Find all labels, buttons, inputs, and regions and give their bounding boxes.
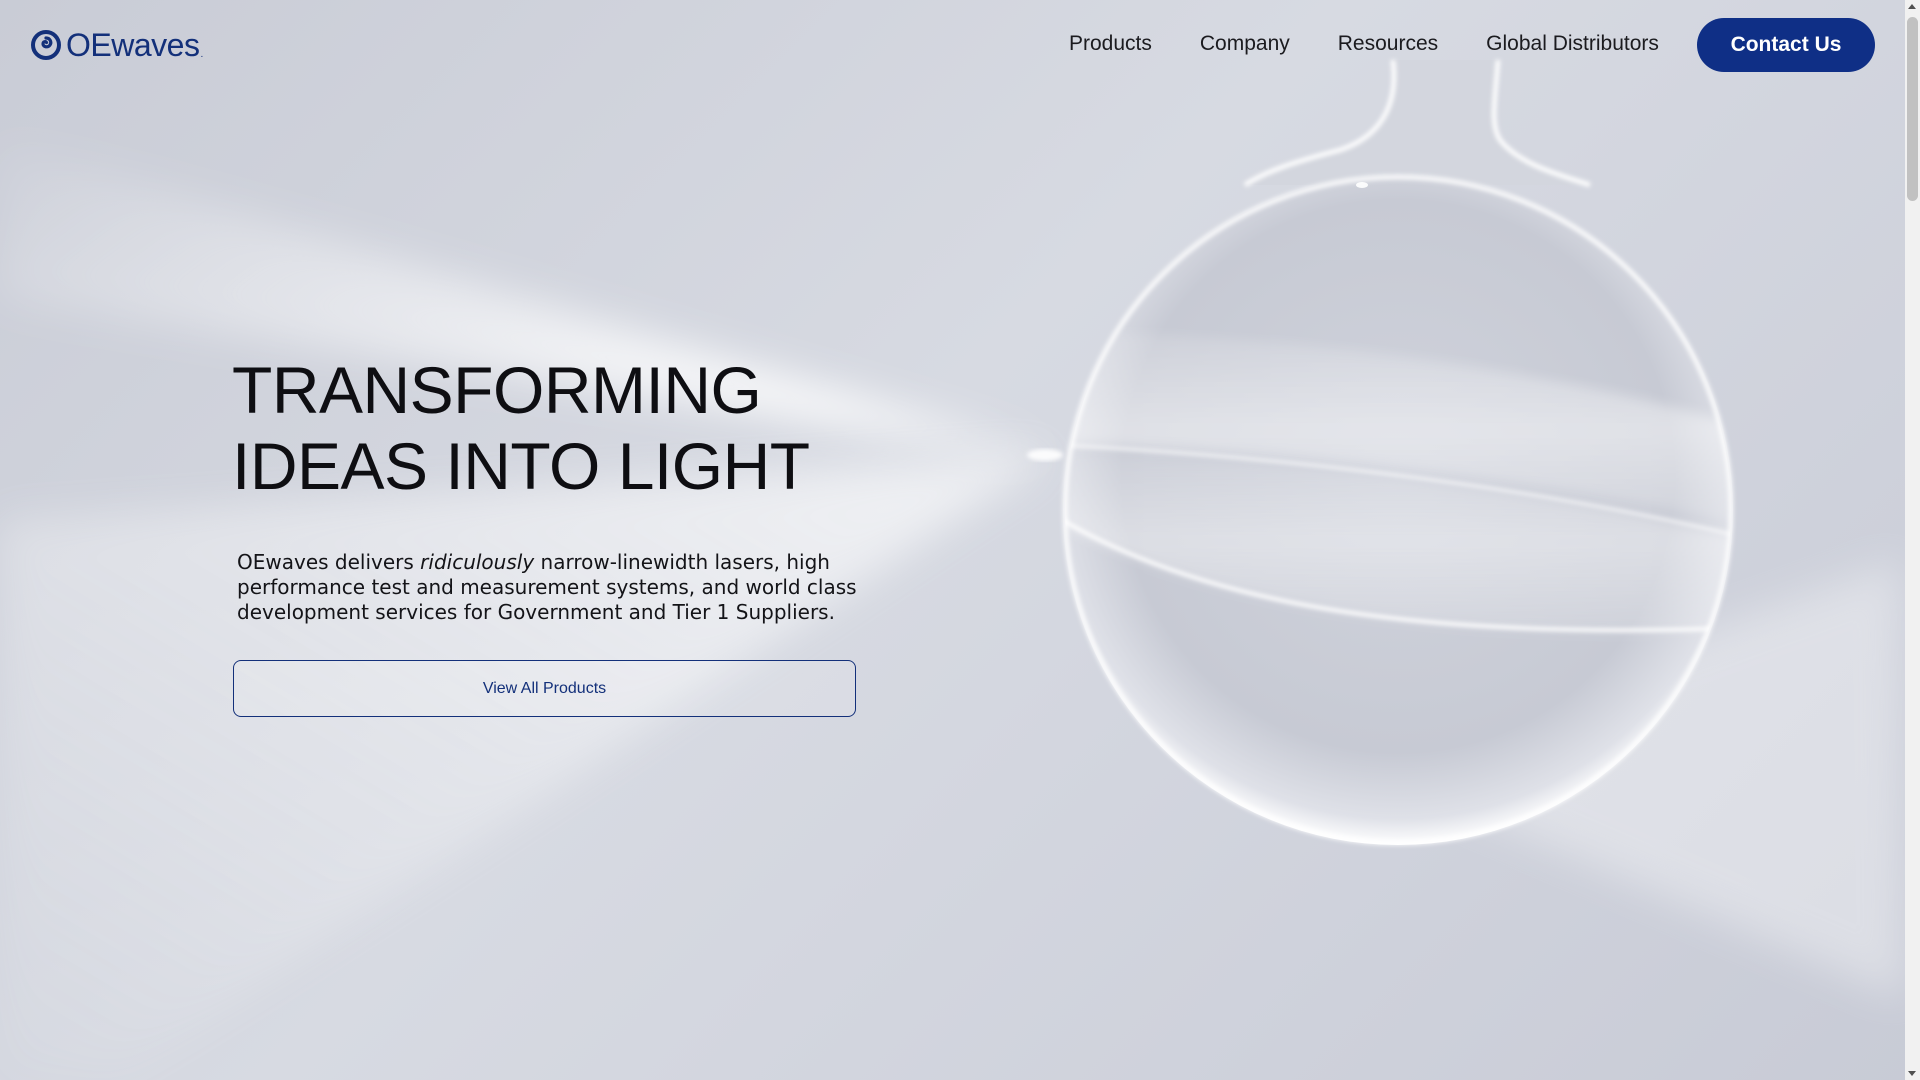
view-all-products-button[interactable]: View All Products [233,660,856,717]
nav-resources[interactable]: Resources [1338,32,1438,56]
logo-wordmark: OEwaves [66,27,200,63]
oewaves-swirl-logo-icon [31,30,61,60]
hero-description: OEwaves delivers ridiculously narrow-lin… [237,550,877,625]
nav-products[interactable]: Products [1069,32,1152,56]
hero-title: TRANSFORMING IDEAS INTO LIGHT [232,352,810,504]
scroll-up-arrow-icon[interactable] [1908,4,1916,9]
nav-global-distributors[interactable]: Global Distributors [1486,32,1659,56]
logo-trademark-dot: . [200,49,204,60]
hero-description-start: OEwaves delivers [237,550,421,574]
nav-company[interactable]: Company [1200,32,1290,56]
main-nav: Products Company Resources Global Distri… [1069,26,1659,62]
hero-title-line-2: IDEAS INTO LIGHT [232,429,810,503]
scrollbar-thumb[interactable] [1907,17,1918,201]
light-beam-lower [0,455,1050,1080]
scroll-down-arrow-icon[interactable] [1908,1071,1916,1076]
contact-us-button[interactable]: Contact Us [1697,18,1875,72]
oewaves-logo[interactable]: OEwaves . [30,28,203,62]
page-scrollbar[interactable] [1905,0,1920,1080]
hero-description-emphasis: ridiculously [420,550,535,574]
page: OEwaves . Products Company Resources Glo… [0,0,1905,1080]
hero-title-line-1: TRANSFORMING [232,353,762,427]
hero-background-illustration [0,59,1905,1080]
